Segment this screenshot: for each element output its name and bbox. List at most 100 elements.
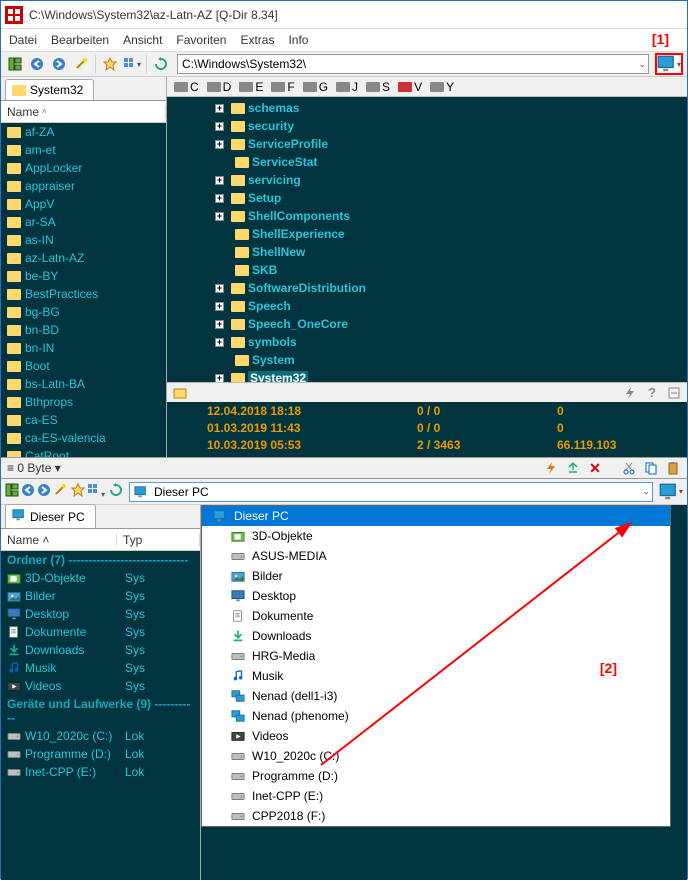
bolt-icon[interactable] xyxy=(623,386,637,400)
list-item[interactable]: DesktopSys xyxy=(1,605,200,623)
list-item[interactable]: VideosSys xyxy=(1,677,200,695)
drive-F[interactable]: F xyxy=(268,80,297,94)
list-item[interactable]: Programme (D:)Lok xyxy=(1,745,200,763)
list-item[interactable]: Boot xyxy=(1,357,166,375)
expander-icon[interactable]: + xyxy=(215,374,224,383)
list-item[interactable]: CatRoot xyxy=(1,447,166,457)
forward2-button[interactable] xyxy=(37,483,51,500)
paste-icon[interactable] xyxy=(665,460,681,476)
tree-item[interactable]: +security xyxy=(167,117,687,135)
tree-item[interactable]: System xyxy=(167,351,687,369)
tree-item[interactable]: ServiceStat xyxy=(167,153,687,171)
expander-icon[interactable]: + xyxy=(215,176,224,185)
tree-item[interactable]: +schemas xyxy=(167,99,687,117)
drive-S[interactable]: S xyxy=(363,80,393,94)
list-item[interactable]: bn-BD xyxy=(1,321,166,339)
layout-button[interactable] xyxy=(5,54,25,74)
tab-system32[interactable]: System32 xyxy=(5,79,94,100)
dropdown-item[interactable]: Musik xyxy=(202,666,670,686)
dropdown-item[interactable]: 3D-Objekte xyxy=(202,526,670,546)
drive-E[interactable]: E xyxy=(236,80,266,94)
dropdown-item[interactable]: Programme (D:) xyxy=(202,766,670,786)
list-item[interactable]: AppLocker xyxy=(1,159,166,177)
tree-item[interactable]: ShellExperience xyxy=(167,225,687,243)
tree-item[interactable]: +Speech_OneCore xyxy=(167,315,687,333)
list-item[interactable]: AppV xyxy=(1,195,166,213)
drive-V[interactable]: V xyxy=(395,80,425,94)
list-item[interactable]: DownloadsSys xyxy=(1,641,200,659)
view-mode-button[interactable]: ▾ xyxy=(122,54,142,74)
dropdown-item[interactable]: Videos xyxy=(202,726,670,746)
refresh2-button[interactable] xyxy=(109,483,123,500)
tree-item[interactable]: SKB xyxy=(167,261,687,279)
tree-item[interactable]: +Setup xyxy=(167,189,687,207)
tree-item[interactable]: +Speech xyxy=(167,297,687,315)
dropdown-item[interactable]: Inet-CPP (E:) xyxy=(202,786,670,806)
menu-edit[interactable]: Bearbeiten xyxy=(51,33,109,47)
drive-G[interactable]: G xyxy=(300,80,331,94)
bolt2-icon[interactable] xyxy=(543,460,559,476)
list-item[interactable]: W10_2020c (C:)Lok xyxy=(1,727,200,745)
dropdown-item[interactable]: HRG-Media xyxy=(202,646,670,666)
list-item[interactable]: bg-BG xyxy=(1,303,166,321)
dropdown-item[interactable]: W10_2020c (C:) xyxy=(202,746,670,766)
dropdown-item[interactable]: Bilder xyxy=(202,566,670,586)
menu-fav[interactable]: Favoriten xyxy=(176,33,226,47)
expander-icon[interactable]: + xyxy=(215,122,224,131)
expander-icon[interactable]: + xyxy=(215,284,224,293)
dropdown-item[interactable]: Downloads xyxy=(202,626,670,646)
lower-left-filelist[interactable]: Ordner (7) -----------------------------… xyxy=(1,551,200,880)
tab-dieserpc[interactable]: Dieser PC xyxy=(5,504,96,528)
refresh-button[interactable] xyxy=(151,54,171,74)
drive-Y[interactable]: Y xyxy=(427,80,457,94)
tree-item[interactable]: +SoftwareDistribution xyxy=(167,279,687,297)
address-drop2-icon[interactable]: ⌄ xyxy=(642,486,650,497)
list-item[interactable]: as-IN xyxy=(1,231,166,249)
expander-icon[interactable]: + xyxy=(215,320,224,329)
dropdown-item[interactable]: Nenad (phenome) xyxy=(202,706,670,726)
expander-icon[interactable]: + xyxy=(215,140,224,149)
dropdown-item[interactable]: CPP2018 (F:) xyxy=(202,806,670,826)
col-name2[interactable]: Name ˄ xyxy=(1,533,117,547)
expander-icon[interactable]: + xyxy=(215,212,224,221)
menu-file[interactable]: Datei xyxy=(9,33,37,47)
dropdown-item[interactable]: ASUS-MEDIA xyxy=(202,546,670,566)
address-dropdown[interactable]: Dieser PC3D-ObjekteASUS-MEDIABilderDeskt… xyxy=(201,505,671,827)
monitor-drop-button[interactable]: ▾ xyxy=(655,53,683,75)
back-button[interactable] xyxy=(27,54,47,74)
address-bar-2[interactable]: Dieser PC ⌄ xyxy=(129,482,653,502)
list-item[interactable]: az-Latn-AZ xyxy=(1,249,166,267)
list-item[interactable]: BestPractices xyxy=(1,285,166,303)
magic-button[interactable] xyxy=(71,54,91,74)
tree-item[interactable]: ShellNew xyxy=(167,243,687,261)
dropdown-item[interactable]: Nenad (dell1-i3) xyxy=(202,686,670,706)
expander-icon[interactable]: + xyxy=(215,338,224,347)
list-item[interactable]: ca-ES xyxy=(1,411,166,429)
monitor2-button[interactable]: ▾ xyxy=(659,482,683,502)
list-item[interactable]: am-et xyxy=(1,141,166,159)
drive-D[interactable]: D xyxy=(204,80,235,94)
favorites2-button[interactable] xyxy=(71,483,85,500)
dropdown-item[interactable]: Desktop xyxy=(202,586,670,606)
copy-icon[interactable] xyxy=(643,460,659,476)
list-item[interactable]: BilderSys xyxy=(1,587,200,605)
cut-icon[interactable] xyxy=(621,460,637,476)
tree-item[interactable]: +ShellComponents xyxy=(167,207,687,225)
menu-view[interactable]: Ansicht xyxy=(123,33,162,47)
drive-J[interactable]: J xyxy=(333,80,361,94)
tree-item[interactable]: +symbols xyxy=(167,333,687,351)
expander-icon[interactable]: + xyxy=(215,104,224,113)
back2-button[interactable] xyxy=(21,483,35,500)
list-item[interactable]: 3D-ObjekteSys xyxy=(1,569,200,587)
upper-left-filelist[interactable]: af-ZAam-etAppLockerappraiserAppVar-SAas-… xyxy=(1,123,166,457)
tree-collapse-icon[interactable] xyxy=(667,386,681,400)
forward-button[interactable] xyxy=(49,54,69,74)
menu-info[interactable]: Info xyxy=(288,33,308,47)
magic2-button[interactable] xyxy=(53,483,67,500)
expander-icon[interactable]: + xyxy=(215,302,224,311)
help-icon[interactable]: ? xyxy=(645,386,659,400)
list-item[interactable]: Inet-CPP (E:)Lok xyxy=(1,763,200,781)
delete-icon[interactable]: ✕ xyxy=(587,460,603,476)
expander-icon[interactable]: + xyxy=(215,194,224,203)
list-item[interactable]: bs-Latn-BA xyxy=(1,375,166,393)
